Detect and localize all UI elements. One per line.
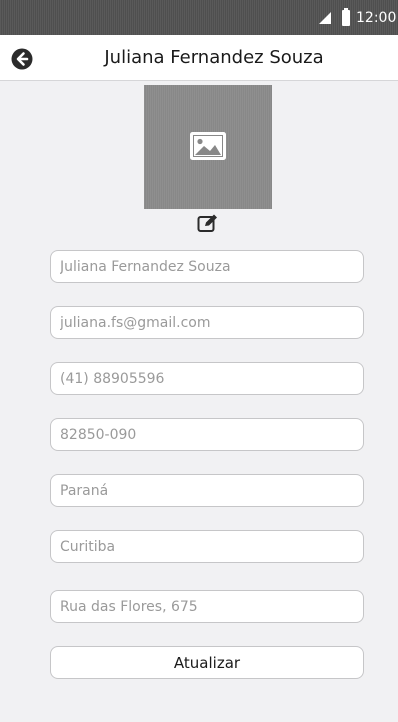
app-bar: Juliana Fernandez Souza [0,35,398,81]
page-title: Juliana Fernandez Souza [104,47,324,68]
zip-field[interactable] [50,418,364,451]
address-field[interactable] [50,590,364,623]
phone-field[interactable] [50,362,364,395]
battery-icon [342,8,350,26]
update-button[interactable]: Atualizar [50,646,364,679]
status-bar: 12:00 [0,0,398,35]
state-field[interactable] [50,474,364,507]
email-field[interactable] [50,306,364,339]
profile-photo[interactable] [144,85,272,209]
edit-icon [197,214,217,232]
edit-photo-button[interactable] [197,213,219,233]
arrow-left-circle-icon [11,48,33,70]
city-field[interactable] [50,530,364,563]
image-placeholder-icon [190,132,226,160]
name-field[interactable] [50,250,364,283]
signal-icon [319,12,331,24]
status-time: 12:00 [356,10,397,26]
back-button[interactable] [11,48,33,70]
